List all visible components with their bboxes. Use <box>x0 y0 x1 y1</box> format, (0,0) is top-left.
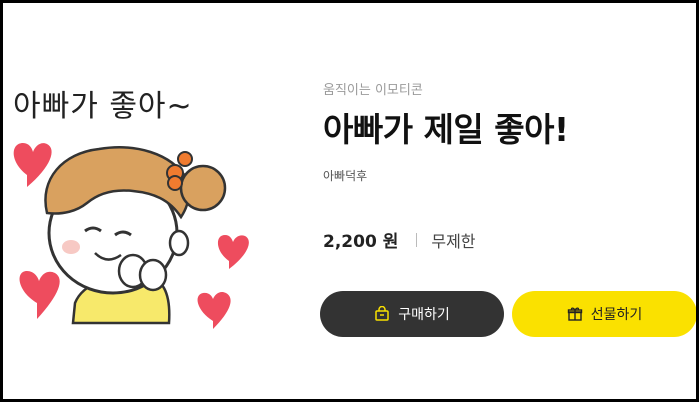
usage-period: 무제한 <box>431 231 476 251</box>
gift-button[interactable]: 선물하기 <box>512 291 696 337</box>
heart-icon <box>197 291 231 329</box>
buy-button[interactable]: 구매하기 <box>320 291 504 337</box>
character-illustration <box>13 143 249 329</box>
heart-icon <box>217 235 249 269</box>
heart-icon <box>13 143 52 187</box>
artwork-caption: 아빠가 좋아~ <box>13 89 193 124</box>
author-link[interactable]: 아빠덕후 <box>323 167 367 184</box>
heart-icon <box>19 271 60 319</box>
divider <box>416 232 418 247</box>
price-row: 2,200 원 무제한 <box>323 227 476 253</box>
emoticon-detail-panel: 아빠가 좋아~ 움직이는 이모티콘 아빠가 제일 좋아! 아빠덕후 2,200 … <box>3 3 696 399</box>
buy-button-label: 구매하기 <box>398 307 450 323</box>
price: 2,200 원 <box>323 232 399 252</box>
product-category: 움직이는 이모티콘 <box>323 83 423 98</box>
product-title: 아빠가 제일 좋아! <box>323 110 569 149</box>
shopping-bag-icon <box>374 306 390 322</box>
emoticon-thumbnail: 아빠가 좋아~ <box>3 3 303 399</box>
gift-icon <box>567 306 583 322</box>
gift-button-label: 선물하기 <box>590 307 643 323</box>
